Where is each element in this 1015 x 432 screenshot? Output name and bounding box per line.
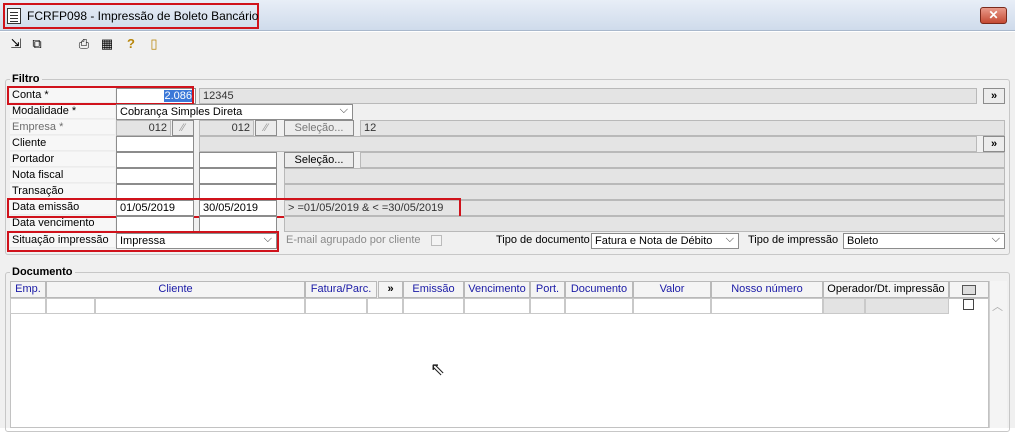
empresa-to-calc-button[interactable]: ⁄⁄ xyxy=(255,120,277,136)
tipo-documento-select[interactable]: Fatura e Nota de Débito xyxy=(591,233,739,249)
data-emissao-highlight-box xyxy=(7,198,461,218)
modalidade-select[interactable]: Cobrança Simples Direta xyxy=(116,104,353,120)
cliente-description xyxy=(199,136,977,152)
empresa-from-calc-button[interactable]: ⁄⁄ xyxy=(172,120,194,136)
modalidade-label: Modalidade * xyxy=(10,104,115,119)
empresa-selecao-button[interactable]: Seleção... xyxy=(284,120,354,136)
nota-fiscal-label: Nota fiscal xyxy=(10,168,115,183)
mouse-cursor-icon: ⇖ xyxy=(430,359,446,379)
email-agrupado-checkbox[interactable] xyxy=(431,235,442,246)
empresa-from-input[interactable]: 012 xyxy=(116,120,171,136)
print-icon[interactable]: ⎙ xyxy=(76,36,92,52)
col-header-documento[interactable]: Documento xyxy=(565,281,633,298)
row-cell-parc[interactable] xyxy=(367,298,403,314)
col-header-port[interactable]: Port. xyxy=(530,281,565,298)
row-cell-documento[interactable] xyxy=(565,298,633,314)
tipo-impressao-label: Tipo de impressão xyxy=(748,234,839,246)
row-cell-dt-impressao xyxy=(865,298,949,314)
data-vencimento-to-input[interactable] xyxy=(199,216,277,232)
window-title: FCRFP098 - Impressão de Boleto Bancário xyxy=(27,9,259,23)
empresa-to-input[interactable]: 012 xyxy=(199,120,254,136)
first-record-icon[interactable]: ⇲ xyxy=(8,36,24,52)
data-vencimento-from-input[interactable] xyxy=(116,216,194,232)
row-cell-nosso-numero[interactable] xyxy=(711,298,823,314)
nota-fiscal-from-input[interactable] xyxy=(116,168,194,184)
col-expand-button[interactable]: » xyxy=(378,281,403,298)
conta-lookup-button[interactable]: » xyxy=(983,88,1005,104)
transacao-label: Transação xyxy=(10,184,115,199)
portador-selecao-button[interactable]: Seleção... xyxy=(284,152,354,168)
help-icon[interactable]: ? xyxy=(123,36,139,52)
documento-legend: Documento xyxy=(10,266,75,278)
col-header-emissao[interactable]: Emissão xyxy=(403,281,464,298)
email-agrupado-label: E-mail agrupado por cliente xyxy=(286,234,421,246)
col-header-select-all[interactable] xyxy=(949,281,989,298)
exit-door-icon[interactable]: ▯ xyxy=(146,36,162,52)
close-button[interactable]: ✕ xyxy=(980,7,1007,24)
conta-description: 12345 xyxy=(199,88,977,104)
col-header-fatura-parc[interactable]: Fatura/Parc. xyxy=(305,281,377,298)
row-cell-vencimento[interactable] xyxy=(464,298,530,314)
row-cell-emissao[interactable] xyxy=(403,298,464,314)
col-header-emp[interactable]: Emp. xyxy=(10,281,46,298)
select-all-icon xyxy=(962,285,976,295)
nota-fiscal-description xyxy=(284,168,1005,184)
row-cell-operador xyxy=(823,298,865,314)
data-vencimento-expression xyxy=(284,216,1005,232)
col-header-nosso-numero[interactable]: Nosso número xyxy=(711,281,823,298)
cliente-input[interactable] xyxy=(116,136,194,152)
document-icon xyxy=(7,8,21,24)
portador-from-input[interactable] xyxy=(116,152,194,168)
row-cell-emp[interactable] xyxy=(10,298,46,314)
tipo-impressao-select[interactable]: Boleto xyxy=(843,233,1005,249)
row-cell-cliente[interactable] xyxy=(95,298,305,314)
tipo-documento-label: Tipo de documento xyxy=(496,234,590,246)
cliente-lookup-button[interactable]: » xyxy=(983,136,1005,152)
documento-grid[interactable] xyxy=(10,298,989,428)
situacao-highlight-box xyxy=(7,231,279,252)
row-cell-port[interactable] xyxy=(530,298,565,314)
nota-fiscal-to-input[interactable] xyxy=(199,168,277,184)
col-header-vencimento[interactable]: Vencimento xyxy=(464,281,530,298)
scroll-up-icon[interactable]: ︿ xyxy=(992,298,1003,314)
data-vencimento-label: Data vencimento xyxy=(10,216,115,231)
row-cell-cliente-code[interactable] xyxy=(46,298,95,314)
last-record-icon[interactable]: ⧉ xyxy=(29,36,45,52)
calendar-icon[interactable]: ▦ xyxy=(99,36,115,52)
portador-description xyxy=(360,152,1005,168)
filtro-legend: Filtro xyxy=(10,73,42,85)
row-cell-valor[interactable] xyxy=(633,298,711,314)
row-cell-fatura[interactable] xyxy=(305,298,367,314)
col-header-operador-dt-impressao[interactable]: Operador/Dt. impressão xyxy=(823,281,949,298)
portador-label: Portador xyxy=(10,152,115,167)
row-select-checkbox[interactable] xyxy=(963,299,974,310)
cliente-label: Cliente xyxy=(10,136,115,151)
col-header-cliente[interactable]: Cliente xyxy=(46,281,305,298)
portador-to-input[interactable] xyxy=(199,152,277,168)
conta-highlight-box xyxy=(7,86,194,105)
empresa-description: 12 xyxy=(360,120,1005,136)
col-header-valor[interactable]: Valor xyxy=(633,281,711,298)
empresa-label: Empresa * xyxy=(10,120,115,135)
